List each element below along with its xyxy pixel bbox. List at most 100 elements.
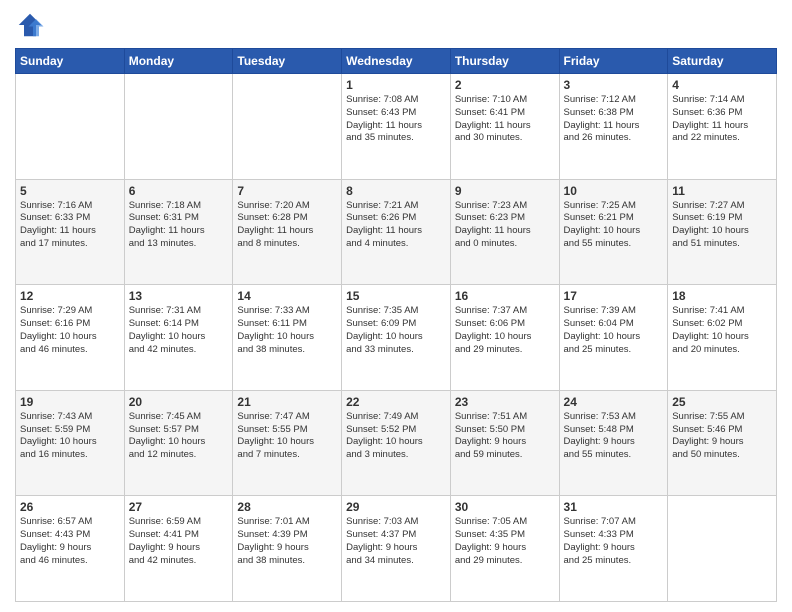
calendar-cell: 26 Sunrise: 6:57 AM Sunset: 4:43 PM Dayli…: [16, 496, 125, 602]
cell-date: 20: [129, 395, 229, 409]
calendar-cell: [16, 74, 125, 180]
calendar-cell: [668, 496, 777, 602]
logo-icon: [15, 10, 45, 40]
cell-date: 11: [672, 184, 772, 198]
week-row-3: 19 Sunrise: 7:43 AM Sunset: 5:59 PM Dayli…: [16, 390, 777, 496]
cell-date: 27: [129, 500, 229, 514]
cell-date: 6: [129, 184, 229, 198]
cell-date: 18: [672, 289, 772, 303]
calendar-cell: 16Sunrise: 7:37 AM Sunset: 6:06 PM Dayli…: [450, 285, 559, 391]
cell-date: 28: [237, 500, 337, 514]
calendar-cell: 9Sunrise: 7:23 AM Sunset: 6:23 PM Daylig…: [450, 179, 559, 285]
calendar-cell: 29 Sunrise: 7:03 AM Sunset: 4:37 PM Dayli…: [342, 496, 451, 602]
calendar-cell: 4Sunrise: 7:14 AM Sunset: 6:36 PM Daylig…: [668, 74, 777, 180]
calendar-cell: 28 Sunrise: 7:01 AM Sunset: 4:39 PM Dayli…: [233, 496, 342, 602]
logo: [15, 10, 49, 40]
cell-info: Sunrise: 7:16 AM Sunset: 6:33 PM Dayligh…: [20, 200, 120, 251]
cell-info: Sunrise: 7:08 AM Sunset: 6:43 PM Dayligh…: [346, 94, 446, 145]
cell-date: 13: [129, 289, 229, 303]
week-row-1: 5 Sunrise: 7:16 AM Sunset: 6:33 PM Daylig…: [16, 179, 777, 285]
week-row-0: 1 Sunrise: 7:08 AM Sunset: 6:43 PM Daylig…: [16, 74, 777, 180]
cell-date: 21: [237, 395, 337, 409]
cell-info: Sunrise: 7:21 AM Sunset: 6:26 PM Dayligh…: [346, 200, 446, 251]
calendar-cell: 31 Sunrise: 7:07 AM Sunset: 4:33 PM Dayli…: [559, 496, 668, 602]
week-row-2: 12Sunrise: 7:29 AM Sunset: 6:16 PM Dayli…: [16, 285, 777, 391]
calendar-cell: 5 Sunrise: 7:16 AM Sunset: 6:33 PM Daylig…: [16, 179, 125, 285]
calendar-cell: 12Sunrise: 7:29 AM Sunset: 6:16 PM Dayli…: [16, 285, 125, 391]
calendar-cell: 30Sunrise: 7:05 AM Sunset: 4:35 PM Dayli…: [450, 496, 559, 602]
cell-date: 16: [455, 289, 555, 303]
calendar-cell: 2 Sunrise: 7:10 AM Sunset: 6:41 PM Daylig…: [450, 74, 559, 180]
calendar-cell: 6 Sunrise: 7:18 AM Sunset: 6:31 PM Daylig…: [124, 179, 233, 285]
day-header-saturday: Saturday: [668, 49, 777, 74]
cell-info: Sunrise: 7:53 AM Sunset: 5:48 PM Dayligh…: [564, 411, 664, 462]
cell-info: Sunrise: 7:49 AM Sunset: 5:52 PM Dayligh…: [346, 411, 446, 462]
calendar-cell: [124, 74, 233, 180]
calendar-cell: 14 Sunrise: 7:33 AM Sunset: 6:11 PM Dayli…: [233, 285, 342, 391]
calendar-cell: 10 Sunrise: 7:25 AM Sunset: 6:21 PM Dayli…: [559, 179, 668, 285]
cell-info: Sunrise: 7:43 AM Sunset: 5:59 PM Dayligh…: [20, 411, 120, 462]
calendar-table: SundayMondayTuesdayWednesdayThursdayFrid…: [15, 48, 777, 602]
cell-date: 29: [346, 500, 446, 514]
cell-info: Sunrise: 7:07 AM Sunset: 4:33 PM Dayligh…: [564, 516, 664, 567]
day-header-sunday: Sunday: [16, 49, 125, 74]
day-header-monday: Monday: [124, 49, 233, 74]
week-row-4: 26 Sunrise: 6:57 AM Sunset: 4:43 PM Dayli…: [16, 496, 777, 602]
cell-info: Sunrise: 7:31 AM Sunset: 6:14 PM Dayligh…: [129, 305, 229, 356]
cell-date: 8: [346, 184, 446, 198]
cell-date: 23: [455, 395, 555, 409]
cell-date: 14: [237, 289, 337, 303]
page: SundayMondayTuesdayWednesdayThursdayFrid…: [0, 0, 792, 612]
cell-info: Sunrise: 7:33 AM Sunset: 6:11 PM Dayligh…: [237, 305, 337, 356]
day-header-friday: Friday: [559, 49, 668, 74]
cell-info: Sunrise: 7:29 AM Sunset: 6:16 PM Dayligh…: [20, 305, 120, 356]
calendar-cell: 11 Sunrise: 7:27 AM Sunset: 6:19 PM Dayli…: [668, 179, 777, 285]
cell-info: Sunrise: 7:27 AM Sunset: 6:19 PM Dayligh…: [672, 200, 772, 251]
calendar-cell: 20 Sunrise: 7:45 AM Sunset: 5:57 PM Dayli…: [124, 390, 233, 496]
header: [15, 10, 777, 40]
day-header-tuesday: Tuesday: [233, 49, 342, 74]
calendar-cell: 15 Sunrise: 7:35 AM Sunset: 6:09 PM Dayli…: [342, 285, 451, 391]
cell-info: Sunrise: 7:20 AM Sunset: 6:28 PM Dayligh…: [237, 200, 337, 251]
cell-info: Sunrise: 7:03 AM Sunset: 4:37 PM Dayligh…: [346, 516, 446, 567]
day-header-wednesday: Wednesday: [342, 49, 451, 74]
cell-date: 22: [346, 395, 446, 409]
cell-date: 10: [564, 184, 664, 198]
calendar-cell: 8 Sunrise: 7:21 AM Sunset: 6:26 PM Daylig…: [342, 179, 451, 285]
header-row: SundayMondayTuesdayWednesdayThursdayFrid…: [16, 49, 777, 74]
cell-date: 17: [564, 289, 664, 303]
cell-date: 3: [564, 78, 664, 92]
cell-info: Sunrise: 7:51 AM Sunset: 5:50 PM Dayligh…: [455, 411, 555, 462]
cell-date: 5: [20, 184, 120, 198]
calendar-cell: [233, 74, 342, 180]
cell-info: Sunrise: 7:05 AM Sunset: 4:35 PM Dayligh…: [455, 516, 555, 567]
cell-info: Sunrise: 7:23 AM Sunset: 6:23 PM Dayligh…: [455, 200, 555, 251]
cell-info: Sunrise: 7:25 AM Sunset: 6:21 PM Dayligh…: [564, 200, 664, 251]
cell-date: 15: [346, 289, 446, 303]
cell-date: 2: [455, 78, 555, 92]
cell-info: Sunrise: 7:45 AM Sunset: 5:57 PM Dayligh…: [129, 411, 229, 462]
cell-date: 31: [564, 500, 664, 514]
calendar-cell: 22 Sunrise: 7:49 AM Sunset: 5:52 PM Dayli…: [342, 390, 451, 496]
calendar-cell: 3 Sunrise: 7:12 AM Sunset: 6:38 PM Daylig…: [559, 74, 668, 180]
cell-info: Sunrise: 7:12 AM Sunset: 6:38 PM Dayligh…: [564, 94, 664, 145]
cell-info: Sunrise: 7:39 AM Sunset: 6:04 PM Dayligh…: [564, 305, 664, 356]
calendar-cell: 17 Sunrise: 7:39 AM Sunset: 6:04 PM Dayli…: [559, 285, 668, 391]
cell-info: Sunrise: 7:10 AM Sunset: 6:41 PM Dayligh…: [455, 94, 555, 145]
cell-date: 25: [672, 395, 772, 409]
cell-info: Sunrise: 7:01 AM Sunset: 4:39 PM Dayligh…: [237, 516, 337, 567]
cell-info: Sunrise: 6:57 AM Sunset: 4:43 PM Dayligh…: [20, 516, 120, 567]
cell-info: Sunrise: 7:35 AM Sunset: 6:09 PM Dayligh…: [346, 305, 446, 356]
cell-date: 7: [237, 184, 337, 198]
cell-info: Sunrise: 7:55 AM Sunset: 5:46 PM Dayligh…: [672, 411, 772, 462]
calendar-cell: 25 Sunrise: 7:55 AM Sunset: 5:46 PM Dayli…: [668, 390, 777, 496]
cell-date: 26: [20, 500, 120, 514]
cell-info: Sunrise: 7:41 AM Sunset: 6:02 PM Dayligh…: [672, 305, 772, 356]
cell-date: 1: [346, 78, 446, 92]
day-header-thursday: Thursday: [450, 49, 559, 74]
cell-date: 19: [20, 395, 120, 409]
cell-info: Sunrise: 7:18 AM Sunset: 6:31 PM Dayligh…: [129, 200, 229, 251]
cell-info: Sunrise: 7:47 AM Sunset: 5:55 PM Dayligh…: [237, 411, 337, 462]
calendar-cell: 24Sunrise: 7:53 AM Sunset: 5:48 PM Dayli…: [559, 390, 668, 496]
calendar-cell: 19 Sunrise: 7:43 AM Sunset: 5:59 PM Dayli…: [16, 390, 125, 496]
